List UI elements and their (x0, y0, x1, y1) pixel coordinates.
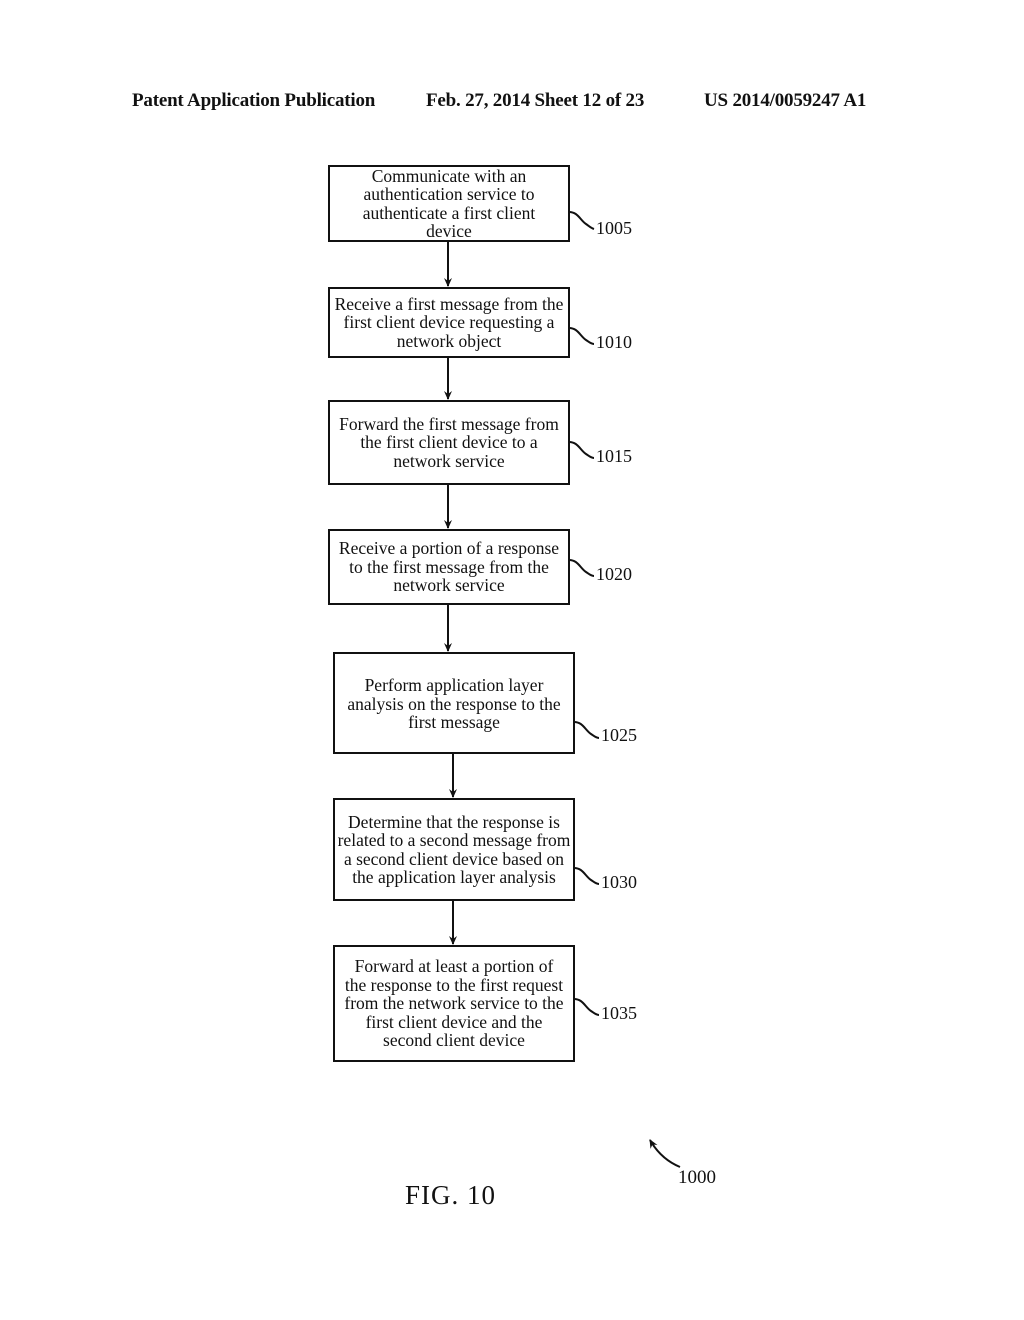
leader-1035 (573, 998, 600, 1016)
step-text: Forward at least a portion of the respon… (344, 956, 564, 1051)
step-text: Communicate with an authentication servi… (362, 165, 536, 241)
step-text: Receive a portion of a response to the f… (338, 538, 560, 596)
step-ref-1030: 1030 (601, 872, 637, 892)
step-box-1025: Perform application layer analysis on th… (333, 652, 575, 754)
step-box-1010: Receive a first message from the first c… (328, 287, 570, 358)
step-text: Forward the first message from the first… (339, 413, 559, 471)
figure-label: FIG. 10 (405, 1180, 497, 1210)
step-text: Determine that the response is related t… (337, 811, 571, 887)
step-text: Perform application layer analysis on th… (347, 675, 561, 732)
leader-1015 (568, 441, 595, 459)
step-box-1015: Forward the first message from the first… (328, 400, 570, 485)
step-box-1035: Forward at least a portion of the respon… (333, 945, 575, 1062)
figure-ref-arrow (649, 1139, 681, 1168)
leader-1025 (573, 721, 600, 739)
leader-1030 (573, 867, 600, 885)
step-ref-1020: 1020 (596, 564, 632, 584)
leader-1020 (568, 559, 595, 577)
step-ref-1025: 1025 (601, 725, 637, 745)
step-ref-1010: 1010 (596, 332, 632, 352)
step-box-1020: Receive a portion of a response to the f… (328, 529, 570, 605)
step-ref-1015: 1015 (596, 446, 632, 466)
leader-1005 (568, 211, 595, 230)
leader-1010 (568, 327, 595, 345)
step-box-1005: Communicate with an authentication servi… (328, 165, 570, 242)
step-ref-1035: 1035 (601, 1003, 637, 1023)
step-box-1030: Determine that the response is related t… (333, 798, 575, 901)
step-text: Receive a first message from the first c… (334, 293, 564, 351)
figure-ref-number: 1000 (678, 1167, 716, 1188)
step-ref-1005: 1005 (596, 218, 632, 238)
